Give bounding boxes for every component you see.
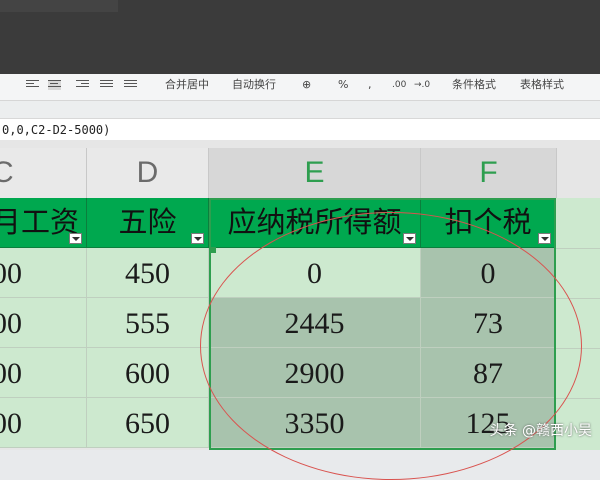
selection-anchor xyxy=(210,247,216,253)
auto-wrap-button[interactable]: 自动换行 xyxy=(232,76,276,94)
column-header-f[interactable]: F xyxy=(421,148,557,198)
increase-decimal-button[interactable]: .00 xyxy=(392,76,406,94)
align-distributed-icon[interactable] xyxy=(124,80,137,90)
watermark: 头条 @赣西小吴 xyxy=(489,423,592,439)
header-cell-insurance[interactable]: 五险 xyxy=(87,198,209,248)
cell-tax[interactable]: 0 xyxy=(421,248,556,298)
ribbon-toolbar: 合并居中 自动换行 ⊕ % , .00 →.0 条件格式 表格样式 xyxy=(0,74,600,101)
percent-button[interactable]: % xyxy=(338,76,348,94)
cell-taxable[interactable]: 2900 xyxy=(209,348,421,398)
formula-bar[interactable]: 0,0,C2-D2-5000) xyxy=(0,118,600,142)
currency-icon[interactable]: ⊕ xyxy=(302,76,311,94)
header-taxable-label: 应纳税所得额 xyxy=(227,205,402,239)
dark-strip xyxy=(0,0,118,12)
table-style-button[interactable]: 表格样式 xyxy=(520,76,564,94)
cell-salary[interactable]: 00 xyxy=(0,298,87,348)
align-left-icon[interactable] xyxy=(26,80,39,90)
cell-insurance[interactable]: 650 xyxy=(87,398,209,448)
filter-dropdown-icon[interactable] xyxy=(69,233,82,244)
cell-tax[interactable]: 87 xyxy=(421,348,556,398)
filter-dropdown-icon[interactable] xyxy=(538,233,551,244)
align-right-icon[interactable] xyxy=(76,80,89,90)
column-header-e[interactable]: E xyxy=(209,148,421,198)
column-header-c[interactable]: C xyxy=(0,148,87,198)
cell-salary[interactable]: 00 xyxy=(0,398,87,448)
filter-dropdown-icon[interactable] xyxy=(191,233,204,244)
header-cell-tax[interactable]: 扣个税 xyxy=(421,198,556,248)
align-center-icon[interactable] xyxy=(48,80,61,90)
align-justify-icon[interactable] xyxy=(100,80,113,90)
cell-taxable[interactable]: 0 xyxy=(209,248,421,298)
merge-center-button[interactable]: 合并居中 xyxy=(165,76,209,94)
header-tax-label: 扣个税 xyxy=(444,205,532,239)
column-g-cells[interactable] xyxy=(556,198,600,450)
header-salary-label: 月工资 xyxy=(0,205,80,239)
cell-insurance[interactable]: 600 xyxy=(87,348,209,398)
cell-insurance[interactable]: 450 xyxy=(87,248,209,298)
cell-taxable[interactable]: 2445 xyxy=(209,298,421,348)
filter-dropdown-icon[interactable] xyxy=(403,233,416,244)
formula-text[interactable]: 0,0,C2-D2-5000) xyxy=(2,119,110,141)
column-header-d[interactable]: D xyxy=(87,148,209,198)
cell-tax[interactable]: 73 xyxy=(421,298,556,348)
toolbar-gap xyxy=(0,101,600,118)
decrease-decimal-button[interactable]: →.0 xyxy=(414,76,430,94)
cell-salary[interactable]: 00 xyxy=(0,348,87,398)
header-cell-salary[interactable]: 月工资 xyxy=(0,198,87,248)
conditional-format-button[interactable]: 条件格式 xyxy=(452,76,496,94)
dark-background xyxy=(0,0,600,80)
comma-button[interactable]: , xyxy=(368,76,372,94)
header-cell-taxable[interactable]: 应纳税所得额 xyxy=(209,198,421,248)
header-insurance-label: 五险 xyxy=(118,205,177,239)
cell-salary[interactable]: 00 xyxy=(0,248,87,298)
cell-taxable[interactable]: 3350 xyxy=(209,398,421,448)
cell-insurance[interactable]: 555 xyxy=(87,298,209,348)
